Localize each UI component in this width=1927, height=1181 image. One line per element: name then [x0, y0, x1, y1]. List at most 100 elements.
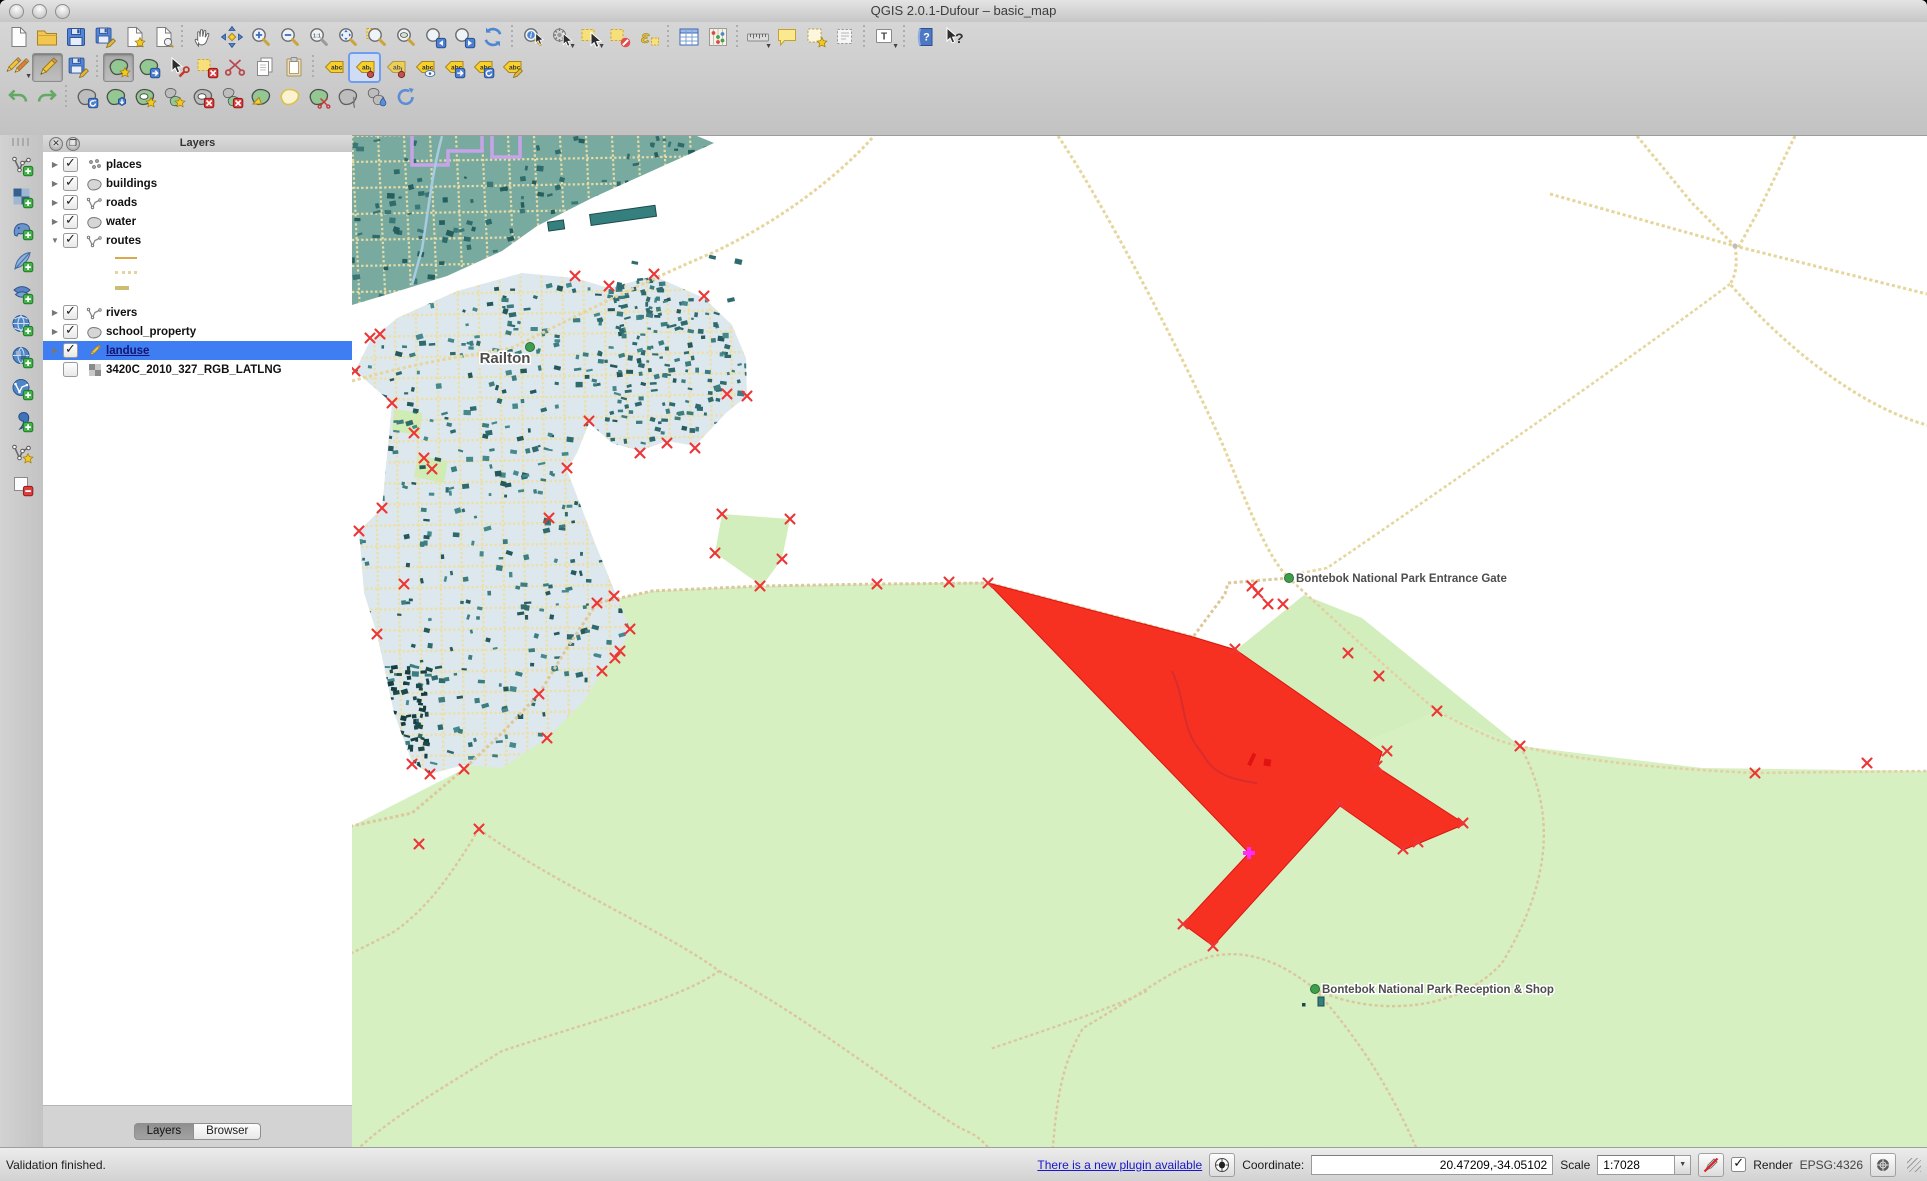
map-tips-button[interactable]	[772, 24, 801, 51]
add-mssql-layer-button[interactable]	[7, 279, 36, 306]
layer-item-rivers[interactable]: ▶rivers	[43, 303, 352, 322]
resize-grip[interactable]	[1907, 1158, 1921, 1172]
zoom-out-button[interactable]	[275, 24, 304, 51]
layer-visibility-checkbox[interactable]	[63, 214, 78, 229]
layer-item-school_property[interactable]: ▶school_property	[43, 322, 352, 341]
new-shapefile-layer-button[interactable]	[7, 439, 36, 466]
expand-arrow-icon[interactable]: ▼	[43, 236, 63, 245]
zoom-full-button[interactable]	[333, 24, 362, 51]
identify-features-button[interactable]: i	[518, 24, 547, 51]
text-annotation-button[interactable]: T▼	[870, 24, 899, 51]
crs-button[interactable]	[1870, 1153, 1896, 1177]
expand-arrow-icon[interactable]: ▶	[43, 346, 63, 355]
move-label-button[interactable]: abc	[439, 54, 468, 81]
pin-labels-button[interactable]: ab	[348, 52, 381, 83]
composer-manager-button[interactable]	[148, 24, 177, 51]
add-raster-layer-button[interactable]	[7, 183, 36, 210]
offset-curve-button[interactable]	[275, 84, 304, 111]
scale-input[interactable]	[1597, 1155, 1675, 1175]
save-project-button[interactable]	[61, 24, 90, 51]
zoom-last-button[interactable]	[420, 24, 449, 51]
measure-line-button[interactable]: ▼	[743, 24, 772, 51]
expand-arrow-icon[interactable]: ▶	[43, 217, 63, 226]
layer-item-routes[interactable]: ▼routes	[43, 231, 352, 250]
layer-item-buildings[interactable]: ▶buildings	[43, 174, 352, 193]
simplify-feature-button[interactable]	[101, 84, 130, 111]
layer-item-3420C_2010_327_RGB_LATLNG[interactable]: 3420C_2010_327_RGB_LATLNG	[43, 360, 352, 379]
stop-render-icon[interactable]	[1698, 1153, 1724, 1177]
layer-visibility-checkbox[interactable]	[63, 233, 78, 248]
layer-visibility-checkbox[interactable]	[63, 362, 78, 377]
split-features-button[interactable]	[304, 84, 333, 111]
add-wcs-layer-button[interactable]	[7, 343, 36, 370]
expand-arrow-icon[interactable]: ▶	[43, 327, 63, 336]
pan-map-button[interactable]	[188, 24, 217, 51]
field-calculator-button[interactable]	[703, 24, 732, 51]
layer-visibility-checkbox[interactable]	[63, 157, 78, 172]
show-hide-labels-button[interactable]: abc	[410, 54, 439, 81]
open-attribute-table-button[interactable]	[674, 24, 703, 51]
layer-item-landuse[interactable]: ▶landuse	[43, 341, 352, 360]
help-contents-button[interactable]: ?	[910, 24, 939, 51]
add-postgis-layer-button[interactable]	[7, 215, 36, 242]
node-tool-button[interactable]	[163, 54, 192, 81]
layer-item-roads[interactable]: ▶roads	[43, 193, 352, 212]
redo-button[interactable]	[32, 84, 61, 111]
panel-tab-browser[interactable]: Browser	[194, 1123, 261, 1140]
remove-layer-button[interactable]	[7, 471, 36, 498]
toolbar-handle[interactable]	[12, 138, 31, 146]
add-wfs-layer-button[interactable]	[7, 375, 36, 402]
map-refresh-button[interactable]	[478, 24, 507, 51]
copy-features-button[interactable]	[250, 54, 279, 81]
layer-visibility-checkbox[interactable]	[63, 324, 78, 339]
move-feature-button[interactable]	[134, 54, 163, 81]
new-bookmark-button[interactable]	[801, 24, 830, 51]
layer-item-places[interactable]: ▶places	[43, 155, 352, 174]
whats-this-button[interactable]: ?	[939, 24, 968, 51]
merge-features-button[interactable]	[362, 84, 391, 111]
expand-arrow-icon[interactable]: ▶	[43, 198, 63, 207]
split-parts-button[interactable]	[333, 84, 362, 111]
rotate-point-symbols-button[interactable]	[391, 84, 420, 111]
show-bookmarks-button[interactable]	[830, 24, 859, 51]
delete-selected-button[interactable]	[192, 54, 221, 81]
save-project-as-button[interactable]	[90, 24, 119, 51]
select-by-expression-button[interactable]: ε	[634, 24, 663, 51]
coordinate-input[interactable]	[1311, 1155, 1553, 1175]
scale-dropdown-icon[interactable]: ▼	[1675, 1155, 1691, 1175]
add-ring-button[interactable]	[130, 84, 159, 111]
change-label-button[interactable]: abc	[497, 54, 526, 81]
undo-button[interactable]	[3, 84, 32, 111]
deselect-features-button[interactable]	[605, 24, 634, 51]
paste-features-button[interactable]	[279, 54, 308, 81]
expand-arrow-icon[interactable]: ▶	[43, 308, 63, 317]
zoom-in-button[interactable]	[246, 24, 275, 51]
plugin-icon[interactable]	[1209, 1153, 1235, 1177]
add-part-button[interactable]	[159, 84, 188, 111]
rotate-label-button[interactable]: abc	[468, 54, 497, 81]
zoom-next-button[interactable]	[449, 24, 478, 51]
select-features-button[interactable]: ▼	[576, 24, 605, 51]
plugin-available-link[interactable]: There is a new plugin available	[1037, 1158, 1202, 1172]
current-edits-button[interactable]: ▼	[3, 54, 32, 81]
add-feature-button[interactable]	[103, 53, 134, 82]
pan-to-selection-button[interactable]	[217, 24, 246, 51]
expand-arrow-icon[interactable]: ▶	[43, 160, 63, 169]
add-spatialite-layer-button[interactable]	[7, 247, 36, 274]
new-composer-button[interactable]	[119, 24, 148, 51]
toggle-editing-button[interactable]	[32, 53, 63, 82]
cut-features-button[interactable]	[221, 54, 250, 81]
render-checkbox[interactable]	[1731, 1157, 1746, 1172]
expand-arrow-icon[interactable]: ▶	[43, 179, 63, 188]
add-delimited-text-button[interactable]	[7, 407, 36, 434]
layer-visibility-checkbox[interactable]	[63, 176, 78, 191]
rotate-feature-button[interactable]	[72, 84, 101, 111]
zoom-to-selection-button[interactable]	[362, 24, 391, 51]
delete-ring-button[interactable]	[188, 84, 217, 111]
zoom-native-button[interactable]: 1:1	[304, 24, 333, 51]
save-layer-edits-button[interactable]	[63, 54, 92, 81]
show-pinned-labels-button[interactable]: ab	[381, 54, 410, 81]
layer-visibility-checkbox[interactable]	[63, 343, 78, 358]
panel-tab-layers[interactable]: Layers	[134, 1123, 195, 1140]
add-wms-layer-button[interactable]	[7, 311, 36, 338]
